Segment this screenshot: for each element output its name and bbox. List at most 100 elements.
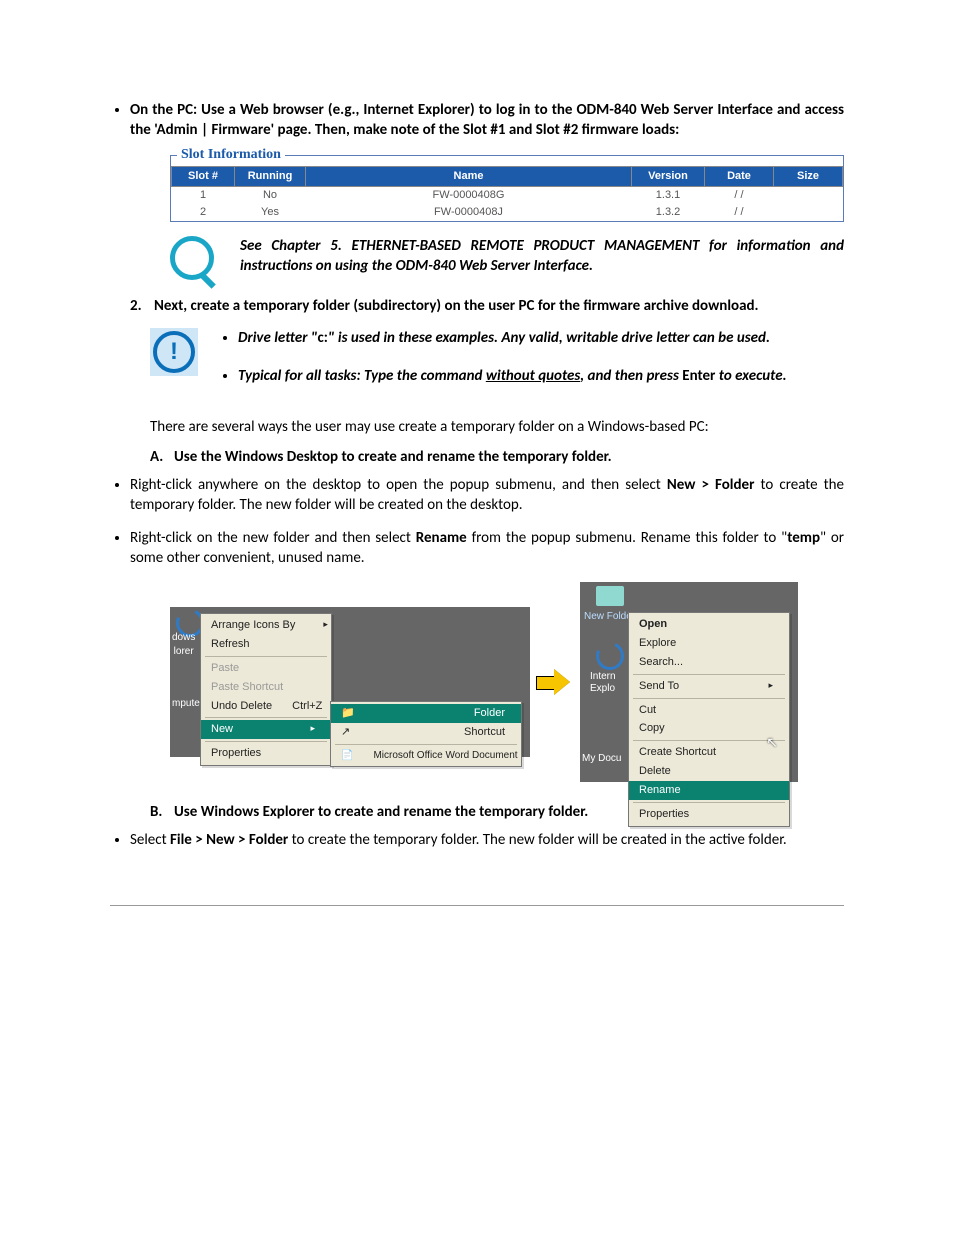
r2-slot: 2 — [172, 204, 235, 221]
magnify-icon — [170, 236, 226, 280]
bullet-on-pc-text: On the PC: Use a Web browser (e.g., Inte… — [130, 101, 844, 139]
menu-arrange[interactable]: Arrange Icons By — [201, 616, 331, 635]
mydocu-label: My Docu — [582, 752, 621, 766]
fmenu-create-shortcut[interactable]: Create Shortcut — [629, 743, 789, 762]
r1-running: No — [235, 187, 306, 204]
folder-icon — [596, 586, 624, 606]
a-bullet-1: Right-click anywhere on the desktop to o… — [130, 475, 844, 516]
cursor-icon: ↖ — [766, 733, 778, 752]
cb1-post: " is used in these examples. Any valid, … — [328, 329, 770, 347]
slot-row-2: 2 Yes FW-0000408J 1.3.2 / / — [172, 204, 843, 221]
fmenu-rename[interactable]: Rename — [629, 781, 789, 800]
step-2: 2. Next, create a temporary folder (subd… — [130, 296, 844, 316]
b-bullets: Select File > New > Folder to create the… — [110, 830, 844, 850]
col-version: Version — [632, 167, 705, 187]
caution-bullet-typical: Typical for all tasks: Type the command … — [238, 366, 844, 386]
fmenu-open[interactable]: Open — [629, 615, 789, 634]
r1-size — [774, 187, 843, 204]
submenu-shortcut[interactable]: ↗ Shortcut — [331, 723, 521, 742]
cb2-mid: , and then press — [580, 367, 682, 385]
menu-new[interactable]: New — [201, 720, 331, 739]
a-bullet-2: Right-click on the new folder and then s… — [130, 528, 844, 569]
cb2-post: to execute. — [715, 367, 786, 385]
arrow-icon — [536, 669, 574, 695]
slot-information-box: Slot Information Slot # Running Name Ver… — [170, 155, 844, 222]
a-b2-mid: from the popup submenu. Rename this fold… — [467, 529, 787, 547]
cb2-enter: Enter — [682, 367, 715, 385]
bullet-on-pc: On the PC: Use a Web browser (e.g., Inte… — [130, 100, 844, 141]
slot-info-title: Slot Information — [177, 146, 285, 165]
explo-label: Explo — [590, 682, 615, 696]
menu-paste: Paste — [201, 659, 331, 678]
screenshot-rename: New Folder Intern Explo My Docu Open Exp… — [580, 582, 798, 782]
cb2-pre: Typical for all tasks: Type the command — [238, 367, 486, 385]
see-note-callout: See Chapter 5. ETHERNET-BASED REMOTE PRO… — [170, 236, 844, 280]
fmenu-delete[interactable]: Delete — [629, 762, 789, 781]
fmenu-explore[interactable]: Explore — [629, 634, 789, 653]
a-title: Use the Windows Desktop to create and re… — [174, 447, 844, 467]
b-b1-pre: Select — [130, 831, 170, 849]
caution-callout: ! Drive letter "c:" is used in these exa… — [150, 328, 844, 401]
fmenu-cut[interactable]: Cut — [629, 701, 789, 720]
caution-body: Drive letter "c:" is used in these examp… — [220, 328, 844, 401]
r2-version: 1.3.2 — [632, 204, 705, 221]
col-size: Size — [774, 167, 843, 187]
slot-info-table: Slot # Running Name Version Date Size 1 … — [171, 166, 843, 221]
submenu-word[interactable]: 📄 Microsoft Office Word Document — [331, 747, 521, 765]
col-running: Running — [235, 167, 306, 187]
screenshot-new-folder: dowslorer mpute Arrange Icons By Refresh… — [170, 607, 530, 757]
b-letter: B. — [150, 802, 174, 822]
col-slot: Slot # — [172, 167, 235, 187]
b-b1-bold: File > New > Folder — [170, 831, 288, 849]
menu-undo[interactable]: Undo DeleteCtrl+Z — [201, 697, 331, 716]
r1-name: FW-0000408G — [306, 187, 632, 204]
cb2-u: without quotes — [486, 367, 580, 385]
a-b2-bold1: Rename — [416, 529, 467, 547]
desklabel-1: dowslorer — [172, 631, 195, 658]
submenu-folder[interactable]: 📁 Folder — [331, 704, 521, 723]
a-b1-bold: New > Folder — [667, 476, 755, 494]
folder-context-menu: Open Explore Search... Send To Cut Copy … — [628, 612, 790, 826]
a-b2-pre: Right-click on the new folder and then s… — [130, 529, 416, 547]
see-note-text: See Chapter 5. ETHERNET-BASED REMOTE PRO… — [240, 236, 844, 277]
r2-date: / / — [705, 204, 774, 221]
desktop-context-menu: Arrange Icons By Refresh Paste Paste Sho… — [200, 613, 332, 766]
r1-date: / / — [705, 187, 774, 204]
caution-icon: ! — [150, 328, 206, 376]
step-2-text: Next, create a temporary folder (subdire… — [154, 296, 844, 316]
para-several-ways: There are several ways the user may use … — [150, 417, 844, 437]
a-bullets: Right-click anywhere on the desktop to o… — [110, 475, 844, 568]
fmenu-search[interactable]: Search... — [629, 653, 789, 672]
context-menu-screenshots: dowslorer mpute Arrange Icons By Refresh… — [170, 582, 844, 782]
menu-paste-shortcut: Paste Shortcut — [201, 678, 331, 697]
r2-name: FW-0000408J — [306, 204, 632, 221]
a-b1-pre: Right-click anywhere on the desktop to o… — [130, 476, 667, 494]
caution-bullet-drive: Drive letter "c:" is used in these examp… — [238, 328, 844, 348]
slot-header-row: Slot # Running Name Version Date Size — [172, 167, 843, 187]
b-bullet-1: Select File > New > Folder to create the… — [130, 830, 844, 850]
r1-slot: 1 — [172, 187, 235, 204]
a-b2-bold2: temp — [787, 529, 820, 547]
menu-properties[interactable]: Properties — [201, 744, 331, 763]
b-b1-post: to create the temporary folder. The new … — [288, 831, 786, 849]
col-date: Date — [705, 167, 774, 187]
document-page: On the PC: Use a Web browser (e.g., Inte… — [110, 100, 844, 906]
new-submenu: 📁 Folder ↗ Shortcut 📄 Microsoft Office W… — [330, 701, 522, 767]
cb1-c: c: — [318, 329, 328, 347]
r2-size — [774, 204, 843, 221]
desklabel-2: mpute — [172, 697, 200, 711]
r2-running: Yes — [235, 204, 306, 221]
r1-version: 1.3.1 — [632, 187, 705, 204]
step-2-num: 2. — [130, 296, 154, 316]
ie-icon-2 — [592, 638, 628, 674]
col-name: Name — [306, 167, 632, 187]
fmenu-sendto[interactable]: Send To — [629, 677, 789, 696]
fmenu-properties[interactable]: Properties — [629, 805, 789, 824]
see-lead: See — [240, 237, 271, 255]
menu-refresh[interactable]: Refresh — [201, 635, 331, 654]
bullet-list-top: On the PC: Use a Web browser (e.g., Inte… — [110, 100, 844, 141]
see-body: Chapter 5. ETHERNET-BASED REMOTE PRODUCT… — [240, 237, 844, 275]
slot-row-1: 1 No FW-0000408G 1.3.1 / / — [172, 187, 843, 204]
fmenu-copy[interactable]: Copy — [629, 719, 789, 738]
a-letter: A. — [150, 447, 174, 467]
